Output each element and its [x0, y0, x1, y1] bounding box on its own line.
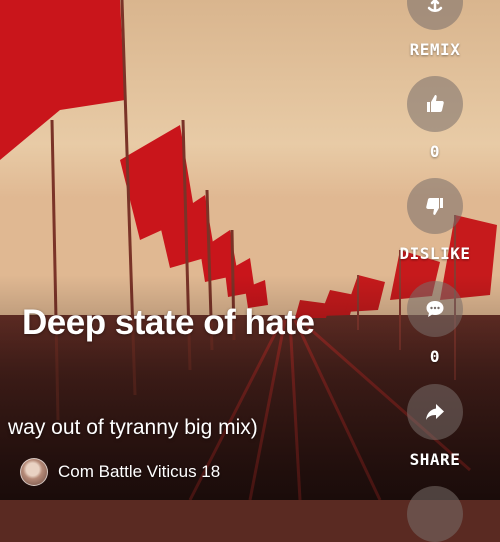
share-icon: [426, 404, 444, 420]
dislike-label: DISLIKE: [399, 244, 471, 263]
comment-count: 0: [429, 347, 441, 366]
more-button[interactable]: [407, 486, 463, 542]
channel-info[interactable]: Com Battle Viticus 18: [20, 458, 220, 486]
comments-action[interactable]: 0: [405, 281, 465, 366]
dislike-action[interactable]: DISLIKE: [400, 178, 470, 263]
channel-name[interactable]: Com Battle Viticus 18: [58, 462, 220, 482]
share-action[interactable]: SHARE: [405, 384, 465, 469]
video-subtitle: way out of tyranny big mix): [8, 416, 258, 439]
like-action[interactable]: 0: [405, 76, 465, 161]
thumbs-down-icon: [426, 198, 443, 215]
share-button[interactable]: [407, 384, 463, 440]
share-label: SHARE: [409, 450, 461, 469]
comments-button[interactable]: [407, 281, 463, 337]
like-button[interactable]: [407, 76, 463, 132]
remix-icon: [427, 0, 443, 12]
dislike-button[interactable]: [407, 178, 463, 234]
comment-icon: [426, 301, 444, 317]
video-title: Deep state of hate: [22, 303, 315, 342]
remix-action[interactable]: REMIX: [405, 0, 465, 59]
remix-label: REMIX: [409, 40, 461, 59]
remix-button[interactable]: [407, 0, 463, 30]
channel-avatar[interactable]: [20, 458, 48, 486]
more-action[interactable]: [405, 486, 465, 542]
like-count: 0: [429, 142, 441, 161]
thumbs-up-icon: [427, 95, 444, 112]
